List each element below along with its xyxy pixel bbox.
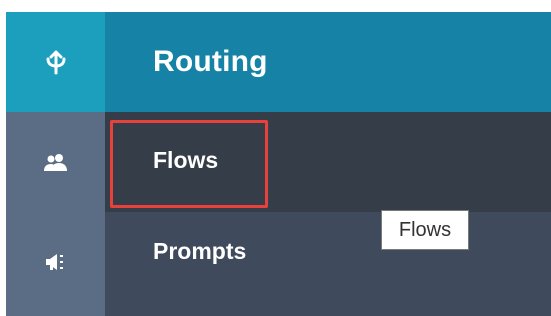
navigation-menu: Routing Flows Prompts Flows [6, 12, 551, 316]
submenu-panel: Routing Flows Prompts Flows [105, 12, 551, 316]
rail-item-routing[interactable] [6, 12, 105, 112]
megaphone-icon [45, 253, 67, 271]
rail-item-users[interactable] [6, 112, 105, 212]
routing-icon [45, 49, 67, 75]
rail-item-campaigns[interactable] [6, 212, 105, 312]
icon-rail [6, 12, 105, 316]
menu-item-flows[interactable]: Flows [105, 112, 551, 212]
menu-item-prompts[interactable]: Prompts [105, 212, 551, 312]
submenu-title: Routing [153, 45, 268, 78]
menu-item-label: Prompts [153, 237, 247, 264]
tooltip: Flows [381, 210, 469, 250]
submenu-header: Routing [105, 12, 551, 112]
users-icon [43, 153, 69, 171]
highlight-box [110, 120, 268, 208]
